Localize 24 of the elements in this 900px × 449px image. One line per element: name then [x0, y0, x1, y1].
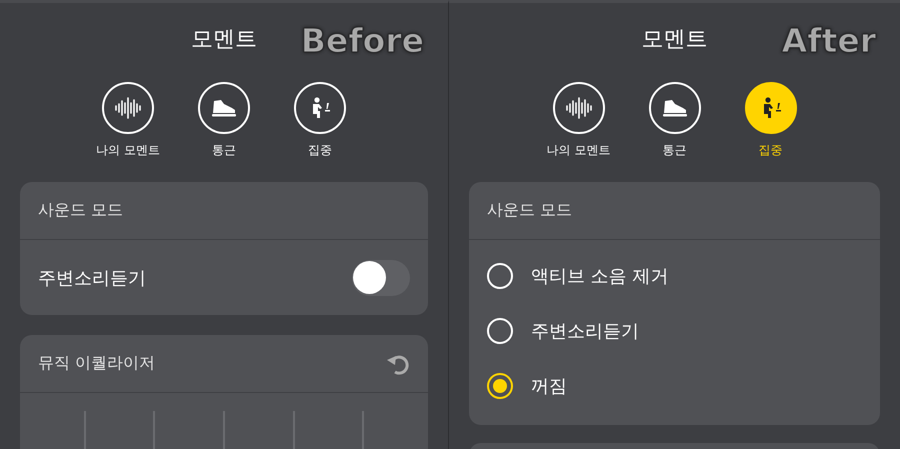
- screen-title: 모멘트: [642, 26, 708, 54]
- mode-label: 통근: [662, 142, 686, 159]
- mode-button[interactable]: [744, 82, 796, 134]
- screen-title: 모멘트: [191, 26, 257, 54]
- sneaker-icon: [662, 99, 688, 117]
- setting-label: 주변소리듣기: [38, 266, 146, 290]
- option-label: 주변소리듣기: [531, 320, 639, 342]
- sneaker-icon: [211, 99, 237, 117]
- card-title: 사운드 모드: [38, 200, 124, 221]
- toggle-switch[interactable]: [352, 260, 410, 296]
- comparison-label: Before: [300, 21, 424, 60]
- option-label: 액티브 소음 제거: [531, 264, 668, 288]
- sound-wave-icon: [115, 97, 141, 119]
- mode-label: 집중: [308, 142, 332, 159]
- mode-label: 통근: [212, 142, 236, 159]
- mode-label: 나의 모멘트: [546, 142, 610, 159]
- mode-label: 나의 모멘트: [96, 142, 160, 159]
- card-title: 뮤직 이퀄라이저: [38, 353, 156, 374]
- comparison-label: After: [782, 21, 876, 60]
- option-label: 꺼짐: [531, 374, 567, 398]
- sound-wave-icon: [566, 97, 592, 119]
- card-title: 사운드 모드: [487, 200, 572, 221]
- mode-label: 집중: [758, 142, 782, 159]
- radio-button[interactable]: [487, 372, 513, 398]
